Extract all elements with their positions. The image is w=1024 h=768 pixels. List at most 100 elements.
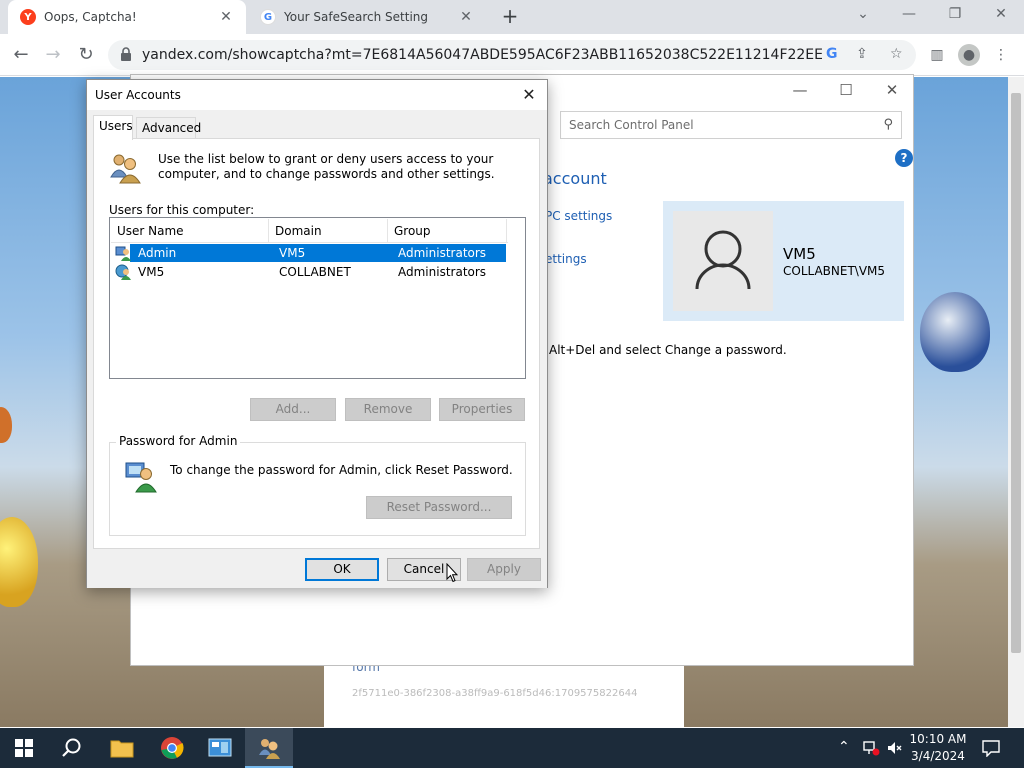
side-panel-icon[interactable]: ▥: [926, 44, 948, 66]
password-instruction: To change the password for Admin, click …: [170, 463, 513, 477]
minimize-icon[interactable]: —: [886, 0, 932, 30]
maximize-icon[interactable]: ☐: [823, 79, 869, 103]
close-tab-icon[interactable]: ✕: [458, 9, 474, 25]
search-icon: [62, 738, 81, 757]
row-group: Administrators: [398, 246, 487, 260]
balloon-image: [0, 407, 12, 443]
search-icon: ⚲: [883, 117, 893, 132]
folder-icon: [110, 740, 134, 758]
taskbar-file-explorer[interactable]: [98, 728, 146, 768]
windows-taskbar: ⌃ 10:10 AM 3/4/2024: [0, 728, 1024, 768]
column-header-domain[interactable]: Domain: [269, 219, 388, 243]
menu-kebab-icon[interactable]: ⋮: [990, 44, 1012, 66]
reset-password-button[interactable]: Reset Password...: [366, 496, 512, 519]
pc-settings-link[interactable]: PC settings: [545, 209, 612, 223]
users-icon: [259, 739, 280, 759]
remove-user-button[interactable]: Remove: [345, 398, 431, 421]
balloon-image: [0, 517, 38, 607]
tab-users[interactable]: Users: [93, 115, 133, 140]
share-icon[interactable]: ⇪: [856, 46, 868, 62]
control-panel-icon: [208, 738, 232, 757]
bookmark-star-icon[interactable]: ☆: [890, 46, 903, 62]
user-accounts-dialog: User Accounts ✕ Users Advanced Use the l…: [86, 79, 548, 588]
tab-title: Your SafeSearch Setting: [284, 10, 429, 24]
taskbar-control-panel[interactable]: [196, 728, 244, 768]
google-favicon-icon: G: [260, 9, 276, 25]
user-name: VM5: [783, 245, 816, 263]
row-group: Administrators: [398, 265, 487, 279]
google-lens-icon[interactable]: G: [826, 46, 838, 62]
row-user-name: Admin: [138, 246, 177, 260]
search-button[interactable]: [48, 728, 96, 768]
user-card: VM5 COLLABNET\VM5: [663, 201, 904, 321]
close-icon[interactable]: ✕: [869, 79, 915, 103]
page-scrollbar[interactable]: [1008, 77, 1024, 727]
network-icon[interactable]: [862, 740, 880, 756]
profile-avatar-icon[interactable]: ●: [958, 44, 980, 66]
show-hidden-icons-chevron-icon[interactable]: ⌃: [838, 739, 850, 768]
intro-text: Use the list below to grant or deny user…: [158, 152, 495, 181]
users-list[interactable]: User Name Domain Group Admin VM5 Adminis…: [109, 217, 526, 379]
control-panel-search-input[interactable]: Search Control Panel ⚲: [560, 111, 902, 139]
table-row[interactable]: VM5 COLLABNET Administrators: [114, 263, 506, 281]
notifications-icon[interactable]: [982, 739, 1000, 757]
user-silhouette-icon: [695, 230, 751, 290]
browser-toolbar: ← → ↻ yandex.com/showcaptcha?mt=7E6814A5…: [0, 34, 1024, 76]
scrollbar-thumb[interactable]: [1011, 93, 1021, 653]
taskbar-chrome[interactable]: [148, 728, 196, 768]
properties-button[interactable]: Properties: [439, 398, 525, 421]
yandex-favicon-icon: Y: [20, 9, 36, 25]
clock-time: 10:10 AM: [909, 732, 967, 746]
column-header-user-name[interactable]: User Name: [111, 219, 269, 243]
apply-button[interactable]: Apply: [467, 558, 541, 581]
clock-date: 3/4/2024: [911, 749, 965, 763]
start-button[interactable]: [0, 728, 48, 768]
change-password-instruction: Alt+Del and select Change a password.: [549, 343, 787, 357]
chrome-icon: [161, 737, 184, 759]
help-icon[interactable]: ?: [895, 149, 913, 167]
tab-safesearch-setting[interactable]: G Your SafeSearch Setting ✕: [248, 0, 486, 34]
close-window-icon[interactable]: ✕: [978, 0, 1024, 30]
ok-button[interactable]: OK: [305, 558, 379, 581]
column-header-group[interactable]: Group: [388, 219, 507, 243]
tab-search-chevron-icon[interactable]: ⌄: [840, 0, 886, 30]
users-tab-panel: Use the list below to grant or deny user…: [93, 138, 540, 549]
restore-icon[interactable]: ❐: [932, 0, 978, 30]
search-placeholder: Search Control Panel: [569, 118, 694, 132]
browser-tab-bar: Y Oops, Captcha! ✕ G Your SafeSearch Set…: [0, 0, 1024, 34]
users-icon: [110, 154, 141, 184]
address-bar[interactable]: yandex.com/showcaptcha?mt=7E6814A56047AB…: [108, 40, 916, 70]
taskbar-user-accounts[interactable]: [245, 728, 293, 768]
url-text: yandex.com/showcaptcha?mt=7E6814A56047AB…: [142, 47, 822, 63]
add-user-button[interactable]: Add...: [250, 398, 336, 421]
close-tab-icon[interactable]: ✕: [218, 9, 234, 25]
back-arrow-icon[interactable]: ←: [8, 42, 34, 68]
close-icon[interactable]: ✕: [517, 84, 541, 106]
user-password-icon: [125, 462, 157, 493]
tab-title: Oops, Captcha!: [44, 10, 137, 24]
user-icon: [115, 246, 131, 261]
page-title: account: [543, 169, 607, 188]
system-clock[interactable]: 10:10 AM 3/4/2024: [906, 731, 970, 765]
tab-oops-captcha[interactable]: Y Oops, Captcha! ✕: [8, 0, 246, 34]
lock-icon: [121, 47, 131, 61]
dialog-titlebar[interactable]: User Accounts ✕: [87, 80, 547, 110]
forward-arrow-icon[interactable]: →: [40, 42, 66, 68]
list-header: User Name Domain Group: [111, 219, 508, 243]
dialog-title: User Accounts: [95, 88, 181, 102]
table-row[interactable]: Admin VM5 Administrators: [114, 244, 506, 262]
dialog-body: Users Advanced Use the list below to gra…: [87, 110, 547, 588]
minimize-icon[interactable]: —: [777, 79, 823, 103]
windows-logo-icon: [15, 739, 33, 757]
users-for-computer-label: Users for this computer:: [109, 203, 255, 217]
tab-advanced[interactable]: Advanced: [136, 117, 201, 139]
domain-user-icon: [115, 264, 131, 280]
reload-icon[interactable]: ↻: [73, 42, 99, 68]
row-domain: VM5: [279, 246, 306, 260]
password-groupbox: Password for Admin To change the passwor…: [109, 434, 526, 536]
new-tab-button[interactable]: +: [498, 5, 522, 29]
volume-muted-icon[interactable]: [886, 740, 902, 756]
balloon-image: [920, 292, 990, 372]
user-avatar: [673, 211, 773, 311]
settings-link[interactable]: ettings: [545, 252, 587, 266]
